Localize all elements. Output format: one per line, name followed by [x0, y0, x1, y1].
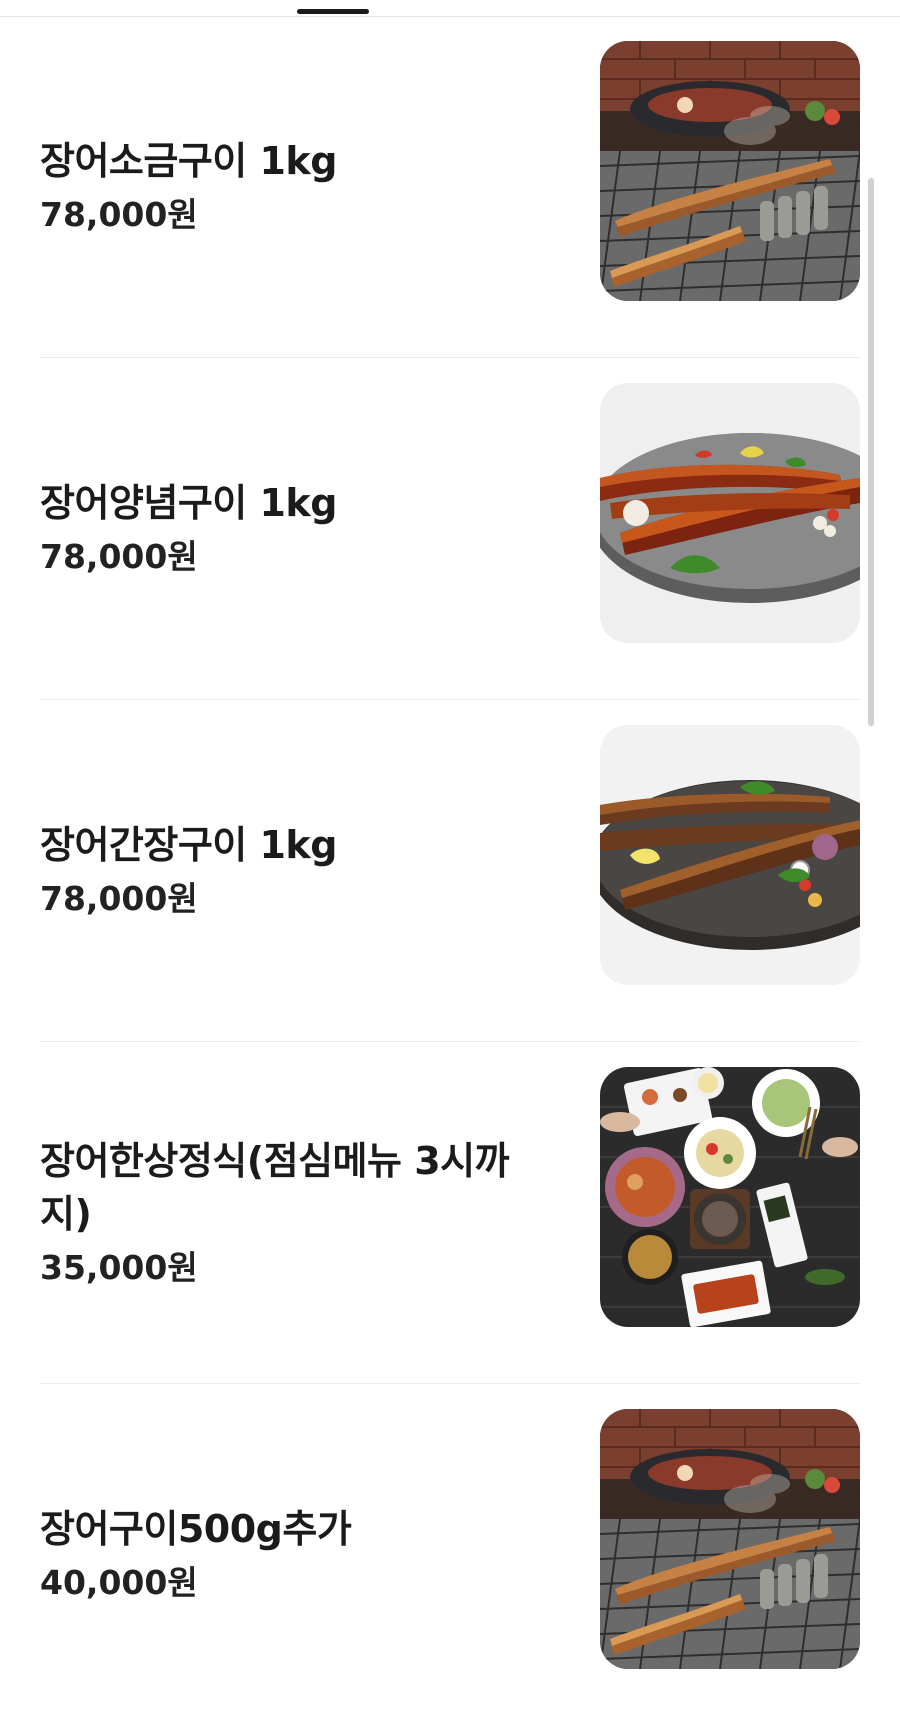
- menu-item-text: 장어구이500g추가 40,000원: [40, 1384, 530, 1726]
- menu-item[interactable]: 장어구이500g추가 40,000원: [0, 1384, 900, 1726]
- active-tab-indicator: [297, 9, 369, 14]
- grilled-eel-photo: [600, 41, 860, 301]
- menu-item[interactable]: 장어양념구이 1kg 78,000원: [0, 358, 900, 700]
- menu-item-photo[interactable]: [600, 725, 860, 985]
- menu-item-photo[interactable]: [600, 1409, 860, 1669]
- menu-item-price: 78,000원: [40, 537, 198, 576]
- menu-item-price: 78,000원: [40, 195, 198, 234]
- scrollbar[interactable]: [868, 178, 874, 726]
- menu-item-text: 장어소금구이 1kg 78,000원: [40, 16, 530, 358]
- menu-item[interactable]: 장어소금구이 1kg 78,000원: [0, 16, 900, 358]
- menu-item-text: 장어간장구이 1kg 78,000원: [40, 700, 530, 1042]
- menu-item-price: 40,000원: [40, 1563, 198, 1602]
- menu-item-name: 장어간장구이 1kg: [40, 823, 337, 867]
- menu-item-name: 장어양념구이 1kg: [40, 481, 337, 525]
- menu-list: 장어소금구이 1kg 78,000원 장어양념구이 1kg 78,000원 장어…: [0, 16, 900, 1726]
- menu-item-photo[interactable]: [600, 383, 860, 643]
- menu-item-price: 35,000원: [40, 1247, 198, 1287]
- menu-item-name: 장어구이500g추가: [40, 1507, 352, 1551]
- menu-item[interactable]: 장어간장구이 1kg 78,000원: [0, 700, 900, 1042]
- menu-item-name: 장어소금구이 1kg: [40, 139, 337, 183]
- menu-item-photo[interactable]: [600, 1067, 860, 1327]
- menu-item-text: 장어양념구이 1kg 78,000원: [40, 358, 530, 700]
- seasoned-eel-photo: [600, 383, 860, 643]
- menu-item-text: 장어한상정식(점심메뉴 3시까지) 35,000원: [40, 1042, 530, 1384]
- set-meal-photo: [600, 1067, 860, 1327]
- grilled-eel-photo: [600, 1409, 860, 1669]
- menu-item-name: 장어한상정식(점심메뉴 3시까지): [40, 1138, 510, 1236]
- top-tab-bar: [0, 0, 900, 17]
- menu-item-photo[interactable]: [600, 41, 860, 301]
- menu-item[interactable]: 장어한상정식(점심메뉴 3시까지) 35,000원: [0, 1042, 900, 1384]
- soy-eel-photo: [600, 725, 860, 985]
- menu-item-price: 78,000원: [40, 879, 198, 918]
